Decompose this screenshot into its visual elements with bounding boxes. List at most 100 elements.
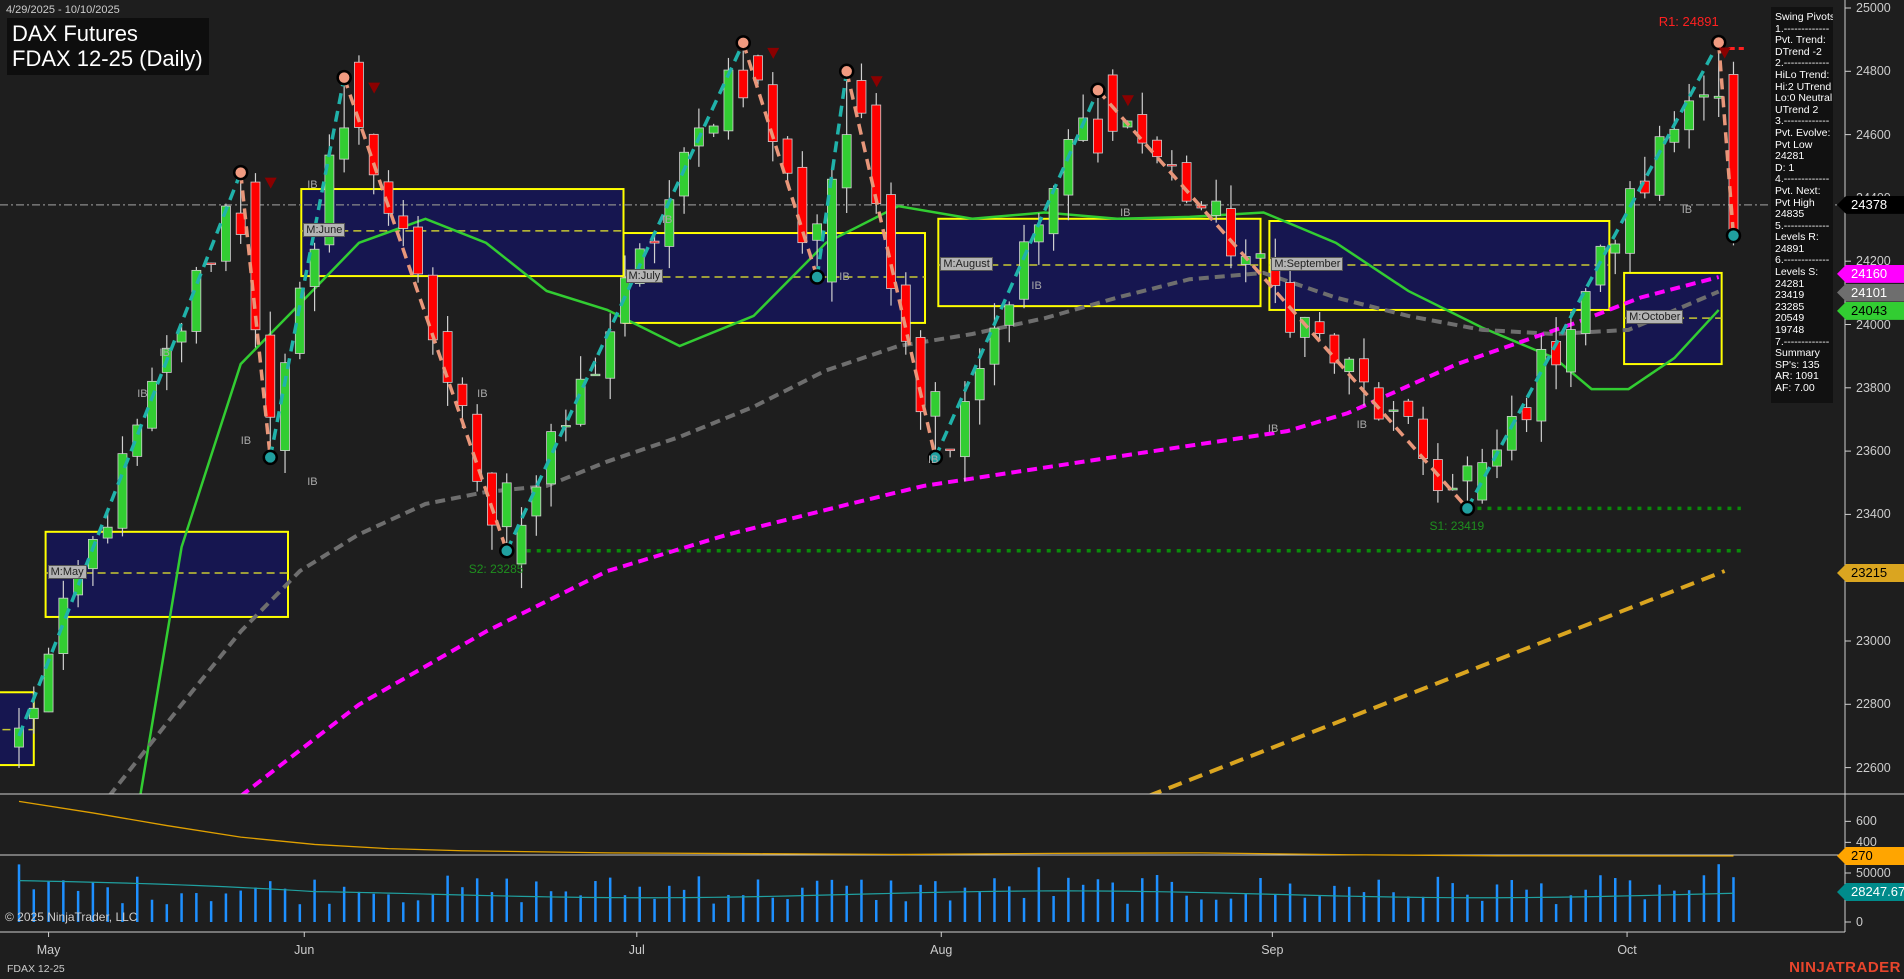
volume-tick-label: 0: [1856, 915, 1863, 929]
swing-low-marker[interactable]: [1461, 502, 1474, 515]
swing-high-marker[interactable]: [1091, 84, 1104, 97]
candle-bearish[interactable]: [1153, 140, 1162, 156]
ib-label: IB: [137, 388, 147, 400]
candle-bearish[interactable]: [872, 105, 881, 204]
candle-bearish[interactable]: [207, 263, 216, 265]
down-triangle-icon: [871, 76, 883, 87]
candle-bullish[interactable]: [517, 525, 526, 564]
candle-bullish[interactable]: [1566, 330, 1575, 372]
candle-bullish[interactable]: [1345, 359, 1354, 371]
ib-label: IB: [1357, 419, 1367, 431]
info-line: AF: 7.00: [1775, 383, 1833, 395]
ib-label: IB: [1268, 423, 1278, 435]
candle-bullish[interactable]: [1478, 463, 1487, 500]
candle-bullish[interactable]: [502, 483, 511, 527]
candle-bearish[interactable]: [754, 56, 763, 80]
candle-bullish[interactable]: [931, 392, 940, 417]
swing-high-marker[interactable]: [234, 166, 247, 179]
candle-bullish[interactable]: [103, 527, 112, 538]
chart-title: DAX Futures: [12, 21, 203, 46]
value-area-label: M:October: [1626, 310, 1683, 324]
candle-bullish[interactable]: [709, 126, 718, 133]
y-tick-label: 24600: [1856, 128, 1891, 142]
candle-bullish[interactable]: [1389, 410, 1398, 412]
candle-bearish[interactable]: [1167, 165, 1176, 167]
candle-bearish[interactable]: [458, 384, 467, 405]
candle-bearish[interactable]: [1093, 119, 1102, 153]
candle-bearish[interactable]: [1226, 209, 1235, 256]
candle-bullish[interactable]: [1537, 349, 1546, 421]
candle-bearish[interactable]: [487, 473, 496, 525]
candle-bullish[interactable]: [1212, 201, 1221, 215]
chart-canvas[interactable]: [0, 0, 1904, 979]
swing-down-leg: [344, 78, 507, 551]
down-triangle-icon: [265, 178, 277, 189]
level-label-s1: S1: 23419: [1429, 519, 1484, 533]
candle-bearish[interactable]: [650, 241, 659, 243]
swing-low-marker[interactable]: [500, 544, 513, 557]
value-area-label: M:July: [626, 269, 664, 283]
candle-bearish[interactable]: [1522, 408, 1531, 420]
candle-bearish[interactable]: [1404, 401, 1413, 416]
candle-bullish[interactable]: [1463, 466, 1472, 481]
candle-bullish[interactable]: [1611, 244, 1620, 253]
ib-label: IB: [307, 476, 317, 488]
swing-low-marker[interactable]: [811, 271, 824, 284]
info-line: Pvt. Next:: [1775, 186, 1833, 198]
x-tick-label: Aug: [930, 943, 952, 957]
candle-bullish[interactable]: [591, 374, 600, 376]
candle-bearish[interactable]: [739, 70, 748, 98]
candle-bearish[interactable]: [1359, 359, 1368, 382]
candle-bullish[interactable]: [975, 368, 984, 399]
swing-high-marker[interactable]: [840, 65, 853, 78]
swing-high-marker[interactable]: [338, 71, 351, 84]
swing-low-marker[interactable]: [264, 451, 277, 464]
candle-bullish[interactable]: [813, 224, 822, 240]
swing-high-marker[interactable]: [737, 36, 750, 49]
candle-bullish[interactable]: [827, 179, 836, 282]
candle-bullish[interactable]: [724, 70, 733, 131]
candle-bearish[interactable]: [901, 285, 910, 341]
candle-bullish[interactable]: [148, 381, 157, 428]
range-indicator-line: [19, 801, 1733, 856]
candle-bearish[interactable]: [1108, 75, 1117, 131]
candle-bullish[interactable]: [1049, 188, 1058, 233]
candle-bearish[interactable]: [266, 335, 275, 417]
candle-bearish[interactable]: [1182, 163, 1191, 202]
candle-bullish[interactable]: [1655, 137, 1664, 196]
candle-bullish[interactable]: [340, 128, 349, 159]
candle-bullish[interactable]: [1670, 129, 1679, 142]
candle-bearish[interactable]: [399, 216, 408, 229]
candle-bullish[interactable]: [842, 135, 851, 188]
info-line: 24835: [1775, 209, 1833, 221]
ib-label: IB: [1120, 207, 1130, 219]
x-tick-label: Sep: [1261, 943, 1283, 957]
candle-bullish[interactable]: [1005, 305, 1014, 325]
y-tick-label: 23600: [1856, 444, 1891, 458]
candle-bullish[interactable]: [1699, 95, 1708, 97]
swing-low-marker[interactable]: [1727, 229, 1740, 242]
candle-bearish[interactable]: [1330, 335, 1339, 363]
indicator-panel: [19, 801, 1851, 856]
candle-bearish[interactable]: [414, 227, 423, 274]
volume-average-line: [19, 881, 1733, 898]
price-tag: 23215: [1837, 564, 1904, 582]
candle-bullish[interactable]: [547, 432, 556, 484]
candle-bullish[interactable]: [1256, 254, 1265, 259]
candle-bearish[interactable]: [946, 449, 955, 451]
y-tick-label: 25000: [1856, 1, 1891, 15]
swing-high-marker[interactable]: [1712, 36, 1725, 49]
candle-bullish[interactable]: [960, 402, 969, 457]
chart-title-box: DAX Futures FDAX 12-25 (Daily): [7, 18, 209, 75]
ninjatrader-logo: NINJATRADER: [1789, 959, 1901, 976]
candle-bearish[interactable]: [798, 167, 807, 242]
swing-up-leg: [19, 173, 241, 736]
chart-subtitle: FDAX 12-25 (Daily): [12, 46, 203, 71]
candle-bearish[interactable]: [857, 80, 866, 113]
candle-bullish[interactable]: [1064, 139, 1073, 195]
candle-bearish[interactable]: [1315, 322, 1324, 334]
ib-label: IB: [1682, 204, 1692, 216]
ib-label: IB: [1031, 280, 1041, 292]
candle-bearish[interactable]: [1419, 419, 1428, 458]
candle-bearish[interactable]: [428, 275, 437, 340]
